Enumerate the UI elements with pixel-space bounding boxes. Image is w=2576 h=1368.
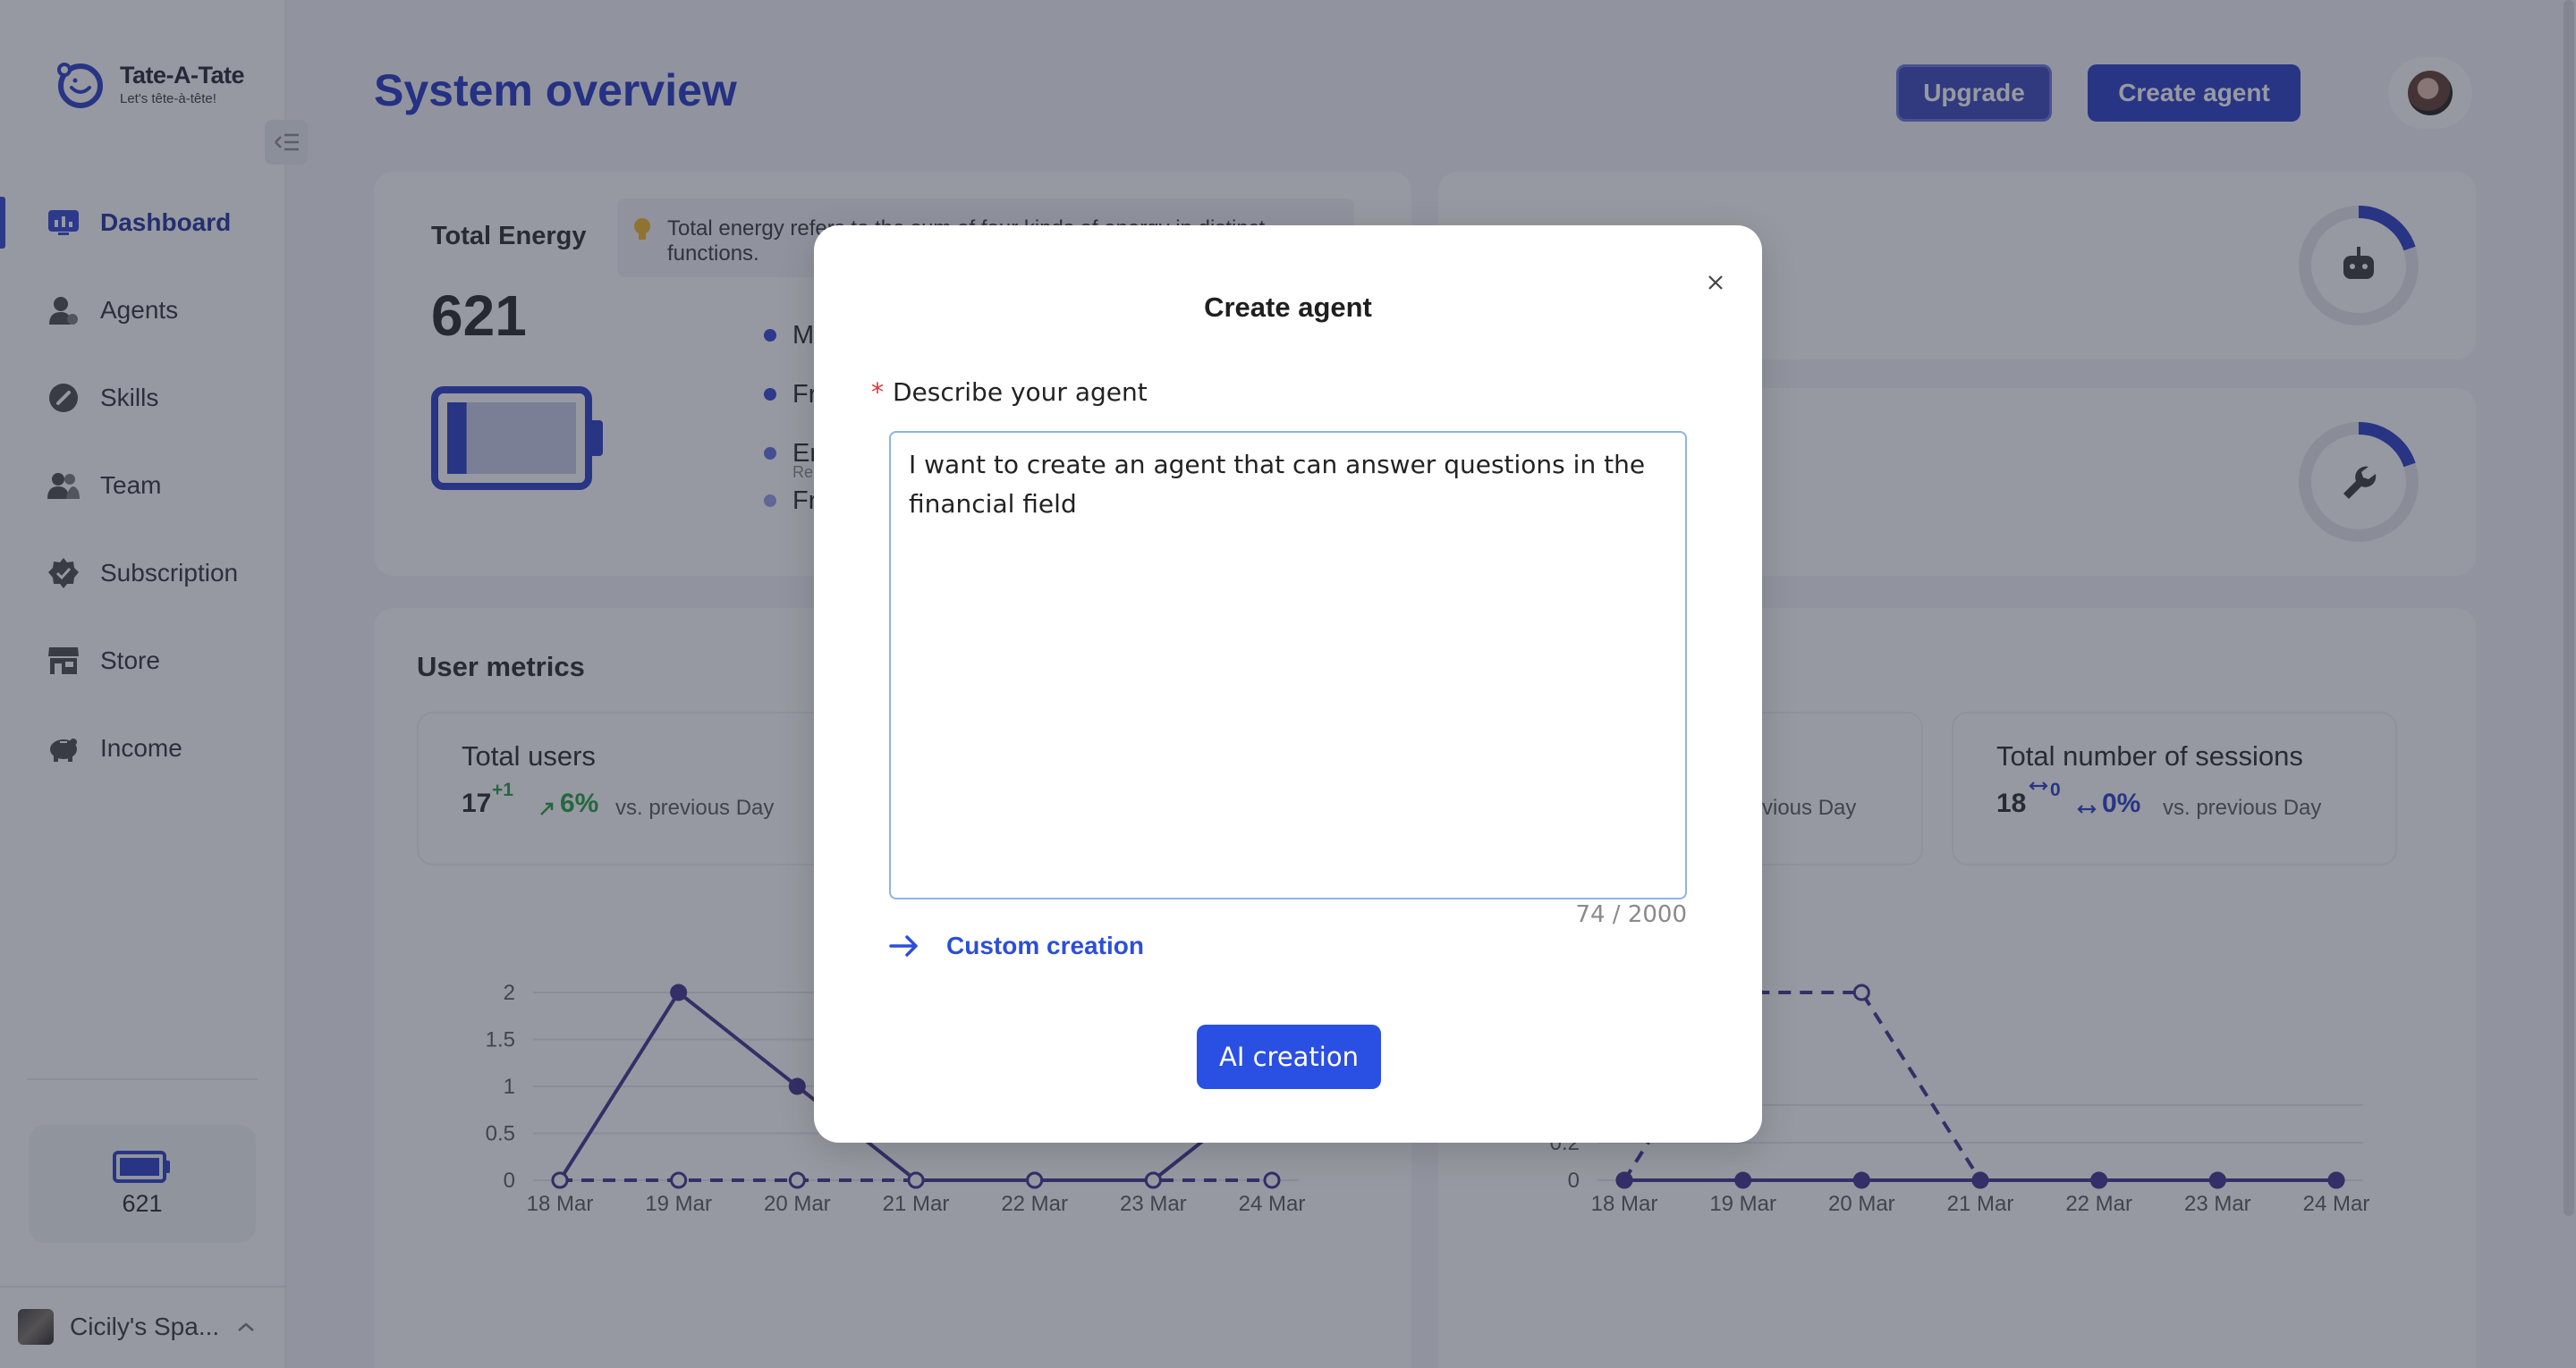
custom-creation-link[interactable]: Custom creation — [889, 932, 1144, 960]
ai-creation-button[interactable]: AI creation — [1197, 1025, 1381, 1089]
custom-creation-label: Custom creation — [946, 932, 1144, 959]
char-counter: 74 / 2000 — [1575, 901, 1687, 928]
required-mark: * — [871, 377, 884, 407]
arrow-right-icon — [889, 935, 918, 957]
describe-agent-label-text: Describe your agent — [893, 377, 1148, 407]
create-agent-modal: Create agent * Describe your agent 74 / 2… — [814, 225, 1762, 1143]
close-icon — [1708, 275, 1723, 290]
modal-title: Create agent — [1204, 291, 1372, 323]
agent-description-input[interactable] — [889, 431, 1687, 899]
page-scrollbar[interactable] — [2563, 0, 2574, 1216]
describe-agent-label: * Describe your agent — [871, 377, 1148, 407]
